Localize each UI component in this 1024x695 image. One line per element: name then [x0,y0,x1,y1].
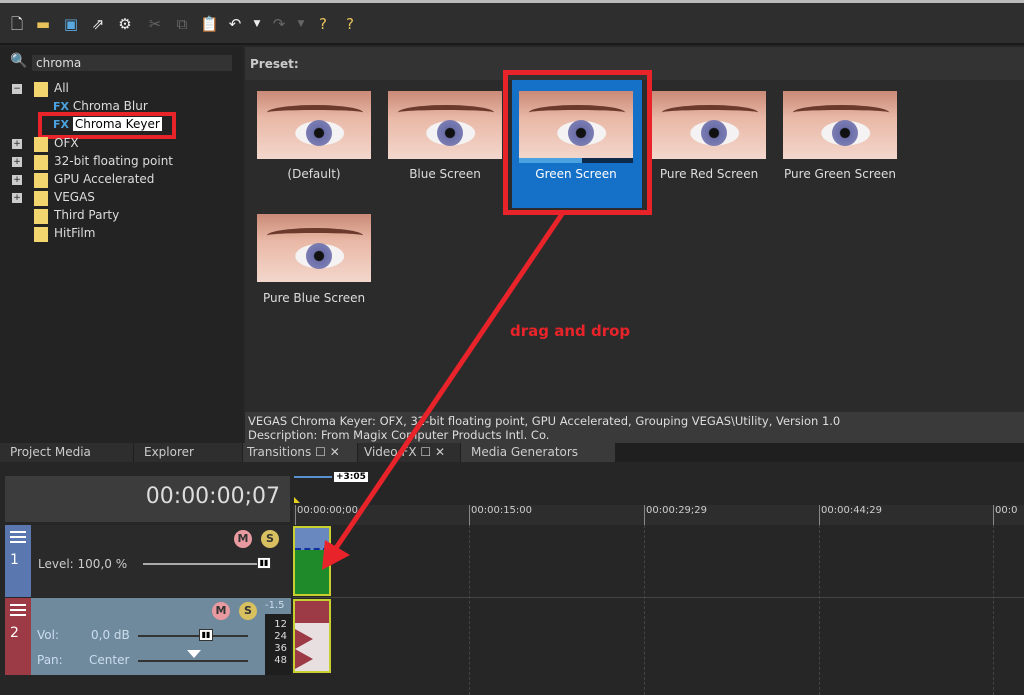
drag-arrow [322,212,565,570]
arrow-line [333,212,565,550]
